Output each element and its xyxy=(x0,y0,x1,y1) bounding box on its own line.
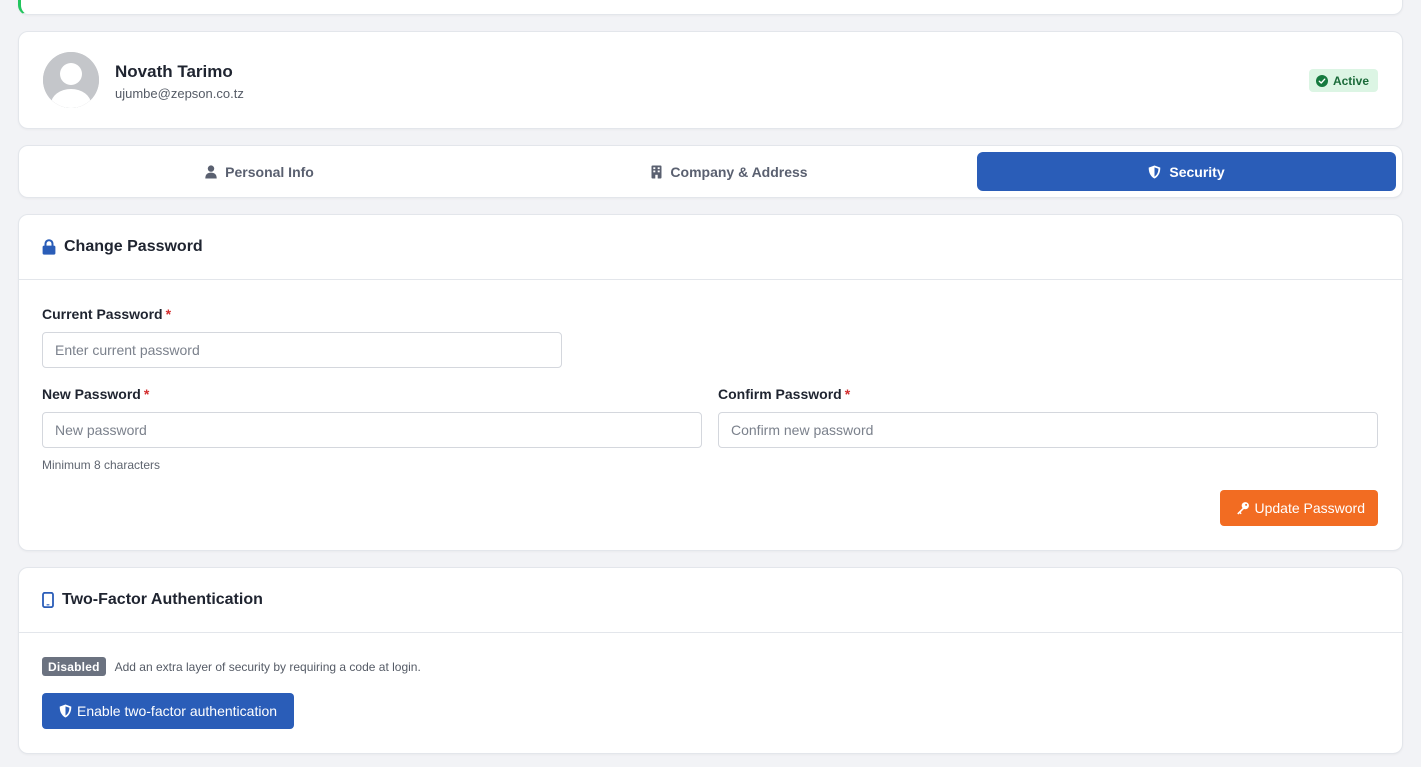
tab-label: Security xyxy=(1169,163,1225,180)
tab-security[interactable]: Security xyxy=(977,152,1396,191)
update-password-button[interactable]: Update Password xyxy=(1220,490,1378,526)
key-icon xyxy=(1237,502,1250,515)
tab-label: Personal Info xyxy=(225,163,314,180)
tab-company-address[interactable]: Company & Address xyxy=(507,152,952,191)
two-factor-status-row: Disabled Add an extra layer of security … xyxy=(42,657,421,676)
current-password-input[interactable] xyxy=(42,332,562,368)
change-password-card: Change Password Current Password * New Pa… xyxy=(18,214,1403,551)
two-factor-description: Add an extra layer of security by requir… xyxy=(114,659,421,674)
card-title: Two-Factor Authentication xyxy=(62,591,263,608)
password-hint: Minimum 8 characters xyxy=(42,458,161,472)
required-marker: * xyxy=(143,386,150,402)
building-icon xyxy=(651,165,662,178)
shield-icon xyxy=(1149,165,1161,178)
confirm-password-label: Confirm Password * xyxy=(718,386,850,402)
tab-personal-info[interactable]: Personal Info xyxy=(25,152,494,191)
profile-email: ujumbe@zepson.co.tz xyxy=(115,86,244,101)
previous-section-card xyxy=(18,0,1403,15)
profile-tabs: Personal Info Company & Address Security xyxy=(18,145,1403,198)
mobile-phone-icon xyxy=(42,592,54,608)
shield-icon xyxy=(59,704,72,718)
current-password-label: Current Password * xyxy=(42,306,171,322)
tab-label: Company & Address xyxy=(670,163,808,180)
lock-icon xyxy=(42,239,56,255)
new-password-label: New Password * xyxy=(42,386,149,402)
status-badge-label: Active xyxy=(1332,73,1369,88)
required-marker: * xyxy=(165,306,172,322)
user-avatar-icon xyxy=(43,52,99,108)
new-password-input[interactable] xyxy=(42,412,702,448)
label-text: Confirm Password xyxy=(718,386,842,402)
user-icon xyxy=(205,164,217,178)
button-label: Update Password xyxy=(1254,500,1365,516)
button-label: Enable two-factor authentication xyxy=(77,703,278,719)
label-text: New Password xyxy=(42,386,141,402)
label-text: Current Password xyxy=(42,306,163,322)
avatar xyxy=(43,52,99,108)
enable-two-factor-button[interactable]: Enable two-factor authentication xyxy=(42,693,295,729)
change-password-header: Change Password xyxy=(19,215,1402,280)
check-circle-icon xyxy=(1315,74,1328,87)
profile-card: Novath Tarimo ujumbe@zepson.co.tz Active xyxy=(18,31,1403,129)
card-title: Change Password xyxy=(64,238,203,255)
confirm-password-input[interactable] xyxy=(718,412,1378,448)
required-marker: * xyxy=(844,386,851,402)
profile-name: Novath Tarimo xyxy=(115,62,233,81)
status-badge: Active xyxy=(1308,69,1378,92)
two-factor-header: Two-Factor Authentication xyxy=(19,568,1402,633)
two-factor-card: Two-Factor Authentication Disabled Add a… xyxy=(18,567,1403,754)
two-factor-status-badge: Disabled xyxy=(42,657,106,676)
